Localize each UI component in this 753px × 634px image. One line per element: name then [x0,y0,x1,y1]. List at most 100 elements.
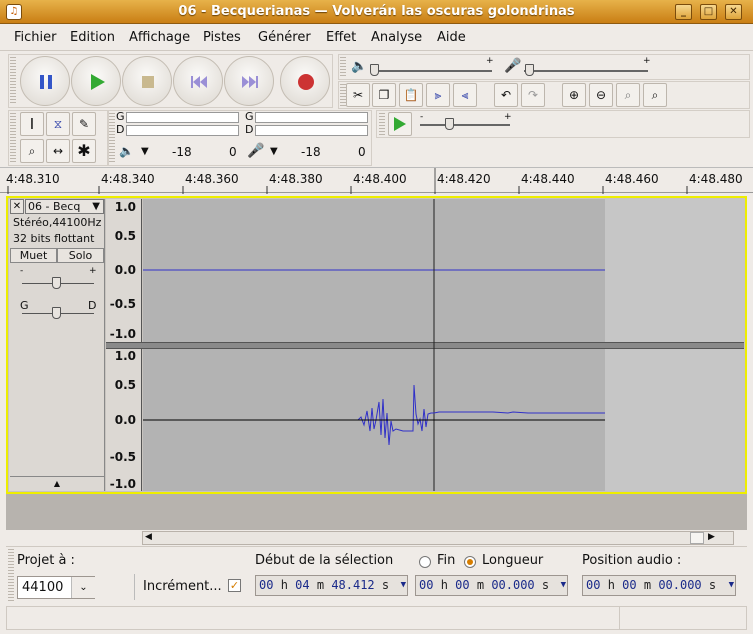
close-button[interactable]: ✕ [725,4,742,20]
gain-slider-thumb[interactable] [52,277,61,289]
fit-project-button[interactable]: ⌕ [643,83,667,107]
pan-slider-thumb[interactable] [52,307,61,319]
output-meter-menu-button[interactable]: ▼ [141,146,149,157]
chevron-down-icon: ▼ [400,580,406,590]
selection-length-field[interactable]: 00 h 00 m 00.000 s ▼ [415,575,568,596]
track-close-button[interactable]: ✕ [10,199,24,214]
envelope-tool-button[interactable]: ⧖ [46,112,70,136]
toolbar-grip[interactable] [8,549,14,601]
draw-tool-button[interactable]: ✎ [72,112,96,136]
scroll-left-button[interactable]: ◀ [145,532,152,542]
skip-end-icon [242,76,258,88]
chevron-down-icon[interactable]: ⌄ [71,577,95,598]
speed-slider[interactable] [420,124,510,126]
play-button[interactable] [71,56,121,106]
menu-effet[interactable]: Effet [326,30,356,45]
paste-button[interactable]: 📋 [399,83,423,107]
mute-button[interactable]: Muet [10,248,57,263]
output-volume-thumb[interactable] [370,64,379,76]
project-rate-combo[interactable]: 44100 ⌄ [17,576,95,599]
scale-label: 0.5 [114,378,136,392]
copy-button[interactable]: ❐ [372,83,396,107]
length-radio-label: Longueur [482,553,544,568]
fit-selection-button[interactable]: ⌕ [616,83,640,107]
select-tool-button[interactable]: I [20,112,44,136]
menu-fichier[interactable]: Fichier [14,30,57,45]
minimize-button[interactable]: _ [675,4,692,20]
cut-icon: ✂ [352,88,364,102]
zoom-out-button[interactable]: ⊖ [589,83,613,107]
solo-button[interactable]: Solo [57,248,104,263]
pause-button[interactable] [20,56,70,106]
scale-label: -1.0 [109,327,136,341]
input-meter-menu-button[interactable]: ▼ [270,146,278,157]
play-at-speed-button[interactable] [388,112,412,136]
track-empty-area[interactable] [6,494,747,530]
length-radio[interactable] [464,556,476,568]
toolbar-grip[interactable] [109,113,115,163]
multi-tool-icon: ✱ [77,141,91,160]
input-meter-right[interactable] [255,125,368,136]
track-name-menu[interactable]: 06 - Becq ▼ [25,199,104,214]
toolbar-grip[interactable] [10,113,16,163]
toolbar-grip[interactable] [340,57,346,77]
speed-slider-thumb[interactable] [445,118,454,130]
output-volume-slider[interactable] [370,70,492,72]
stop-button[interactable] [122,56,172,106]
pan-left-label: G [20,299,29,312]
zoom-in-button[interactable]: ⊕ [562,83,586,107]
input-volume-thumb[interactable] [525,64,534,76]
redo-icon: ↷ [527,88,539,102]
redo-button[interactable]: ↷ [521,83,545,107]
undo-button[interactable]: ↶ [494,83,518,107]
status-divider [619,607,620,629]
maximize-button[interactable]: □ [700,4,717,20]
input-volume-slider[interactable] [524,70,648,72]
ruler-label: 4:48.420 [437,172,491,186]
horizontal-scrollbar[interactable] [142,531,734,545]
menu-analyse[interactable]: Analyse [371,30,422,45]
scale-label: 0.5 [114,229,136,243]
trim-button[interactable]: ⫸ [426,83,450,107]
ruler-label: 4:48.460 [605,172,659,186]
track-format: Stéréo,44100Hz [13,216,102,229]
scale-label: 0.0 [114,413,136,427]
ruler-label: 4:48.380 [269,172,323,186]
toolbar-grip[interactable] [10,57,16,105]
output-meter-right[interactable] [126,125,239,136]
input-meter-left-label: G [245,110,254,123]
scale-label: 0.0 [114,263,136,277]
input-meter-left[interactable] [255,112,368,123]
timeshift-tool-button[interactable]: ↔ [46,139,70,163]
zoom-tool-button[interactable]: ⌕ [20,139,44,163]
audio-position-field[interactable]: 00 h 00 m 00.000 s ▼ [582,575,736,596]
skip-end-button[interactable] [224,56,274,106]
toolbar-grip[interactable] [379,113,385,135]
scroll-right-button[interactable]: ▶ [708,532,715,542]
menu-edition[interactable]: Edition [70,30,115,45]
menu-generer[interactable]: Générer [258,30,311,45]
output-meter-right-label: D [116,123,125,136]
multi-tool-button[interactable]: ✱ [72,139,96,163]
draw-tool-icon: ✎ [78,117,90,131]
skip-start-button[interactable] [173,56,223,106]
record-icon [298,74,314,90]
chevron-down-icon: ▼ [92,201,100,212]
zoom-out-icon: ⊖ [595,88,607,102]
menu-aide[interactable]: Aide [437,30,466,45]
scroll-thumb[interactable] [690,532,704,544]
zoom-tool-icon: ⌕ [28,144,36,158]
snap-checkbox[interactable]: ✓ [228,579,241,592]
end-radio[interactable] [419,556,431,568]
menu-affichage[interactable]: Affichage [129,30,190,45]
cut-button[interactable]: ✂ [346,83,370,107]
record-button[interactable] [280,56,330,106]
slider-min-label: - [420,112,424,122]
input-meter-right-label: D [245,123,254,136]
selection-start-field[interactable]: 00 h 04 m 48.412 s ▼ [255,575,408,596]
silence-button[interactable]: ⫷ [453,83,477,107]
menu-pistes[interactable]: Pistes [203,30,241,45]
output-meter-left[interactable] [126,112,239,123]
track-collapse-button[interactable]: ▲ [10,476,104,490]
speaker-icon: 🔈 [351,59,368,74]
